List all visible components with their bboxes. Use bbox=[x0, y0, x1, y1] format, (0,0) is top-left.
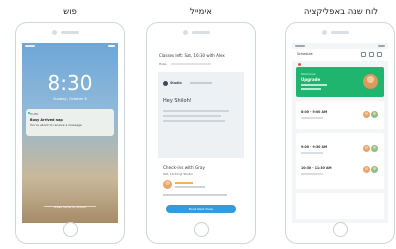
speaker bbox=[192, 31, 210, 34]
label-email: אימייל bbox=[190, 7, 212, 17]
battery-icon bbox=[378, 45, 385, 47]
battery-icon bbox=[108, 45, 115, 47]
slot-time: 10:30 - 11:30 AM bbox=[301, 166, 332, 170]
phone-app: Schedule Tomorrow Upgrade 8:00 - 9:00 AM… bbox=[285, 22, 395, 244]
app-screen: Schedule Tomorrow Upgrade 8:00 - 9:00 AM… bbox=[292, 43, 388, 223]
featured-sub: Tomorrow bbox=[301, 72, 316, 76]
status-bar bbox=[25, 44, 115, 48]
slot-time: 8:00 - 9:00 AM bbox=[301, 110, 328, 114]
text-line bbox=[301, 88, 321, 90]
camera bbox=[52, 30, 57, 35]
text-line bbox=[175, 186, 205, 188]
label-push: פוש bbox=[63, 7, 77, 17]
camera bbox=[183, 30, 188, 35]
search-icon[interactable] bbox=[361, 52, 366, 57]
email-greeting: Hey Shiloh! bbox=[163, 98, 192, 104]
slot-time: 9:00 - 9:30 AM bbox=[301, 145, 328, 149]
slot-detail bbox=[301, 117, 323, 119]
avatar bbox=[363, 111, 370, 118]
text-line bbox=[163, 115, 221, 117]
app-header: Schedule bbox=[292, 49, 388, 61]
email-class-card: Check-ins with Gray Sat, 16:30 @ Studio … bbox=[158, 158, 244, 223]
email-body: Studio Hey Shiloh! Check-ins with Gray S… bbox=[158, 72, 244, 223]
notification-body: You're about to receive a message bbox=[30, 123, 82, 127]
featured-title: Upgrade bbox=[301, 77, 321, 82]
class-card-sub: Sat, 16:30 @ Studio bbox=[163, 172, 193, 176]
phone-email: Classes left: Sat, 16:30 with Alex Hubs … bbox=[146, 22, 256, 244]
unlock-text: Press home to unlock bbox=[53, 205, 87, 209]
camera bbox=[322, 30, 327, 35]
avatar bbox=[363, 145, 370, 152]
text-line bbox=[163, 120, 225, 122]
email-from-detail bbox=[171, 63, 211, 65]
brand-logo-icon bbox=[163, 81, 168, 86]
avatar bbox=[363, 74, 378, 89]
app-title: Schedule bbox=[297, 52, 313, 56]
filter-icon[interactable] bbox=[377, 52, 382, 57]
lock-time: 8:30 bbox=[47, 71, 93, 95]
avatar bbox=[371, 166, 378, 173]
home-button[interactable] bbox=[333, 222, 348, 237]
class-card-title: Check-ins with Gray bbox=[163, 165, 205, 170]
label-app-schedule: לוח שנה באפליקציה bbox=[303, 7, 379, 17]
text-line bbox=[163, 110, 229, 112]
email-screen: Classes left: Sat, 16:30 with Alex Hubs … bbox=[153, 43, 249, 223]
status-bar bbox=[295, 44, 385, 48]
schedule-card[interactable]: 9:00 - 9:30 AM 10:30 - 11:30 AM bbox=[296, 133, 384, 189]
slot-detail bbox=[301, 152, 323, 154]
text-line bbox=[175, 182, 193, 184]
featured-card[interactable]: Tomorrow Upgrade bbox=[296, 67, 384, 97]
book-next-class-button[interactable]: Book Next Class bbox=[166, 205, 236, 213]
notification-app: HUBS bbox=[30, 112, 39, 116]
text-line bbox=[163, 194, 227, 196]
email-brand: Studio bbox=[170, 81, 182, 85]
email-subject: Classes left: Sat, 16:30 with Alex bbox=[159, 53, 225, 58]
schedule-card[interactable]: 8:00 - 9:00 AM bbox=[296, 101, 384, 129]
phone-push: 8:30 Sunday, October 8 HUBS Busy Arrived… bbox=[15, 22, 125, 244]
avatar bbox=[363, 166, 370, 173]
text-line bbox=[301, 84, 327, 86]
home-button[interactable] bbox=[194, 222, 209, 237]
lock-screen: 8:30 Sunday, October 8 HUBS Busy Arrived… bbox=[22, 43, 118, 223]
brand-subtext bbox=[190, 82, 212, 84]
avatar bbox=[371, 145, 378, 152]
push-notification[interactable]: HUBS Busy Arrived nap You're about to re… bbox=[26, 109, 114, 136]
notification-title: Busy Arrived nap bbox=[30, 118, 63, 122]
slot-detail bbox=[301, 173, 323, 175]
home-button[interactable] bbox=[63, 222, 78, 237]
schedule-card[interactable] bbox=[296, 193, 384, 219]
speaker bbox=[61, 31, 79, 34]
notification-dot bbox=[298, 63, 301, 66]
speaker bbox=[331, 31, 349, 34]
calendar-icon[interactable] bbox=[369, 52, 374, 57]
email-from: Hubs bbox=[159, 62, 167, 66]
lock-date: Sunday, October 8 bbox=[53, 97, 87, 101]
avatar bbox=[163, 180, 172, 189]
avatar bbox=[371, 111, 378, 118]
